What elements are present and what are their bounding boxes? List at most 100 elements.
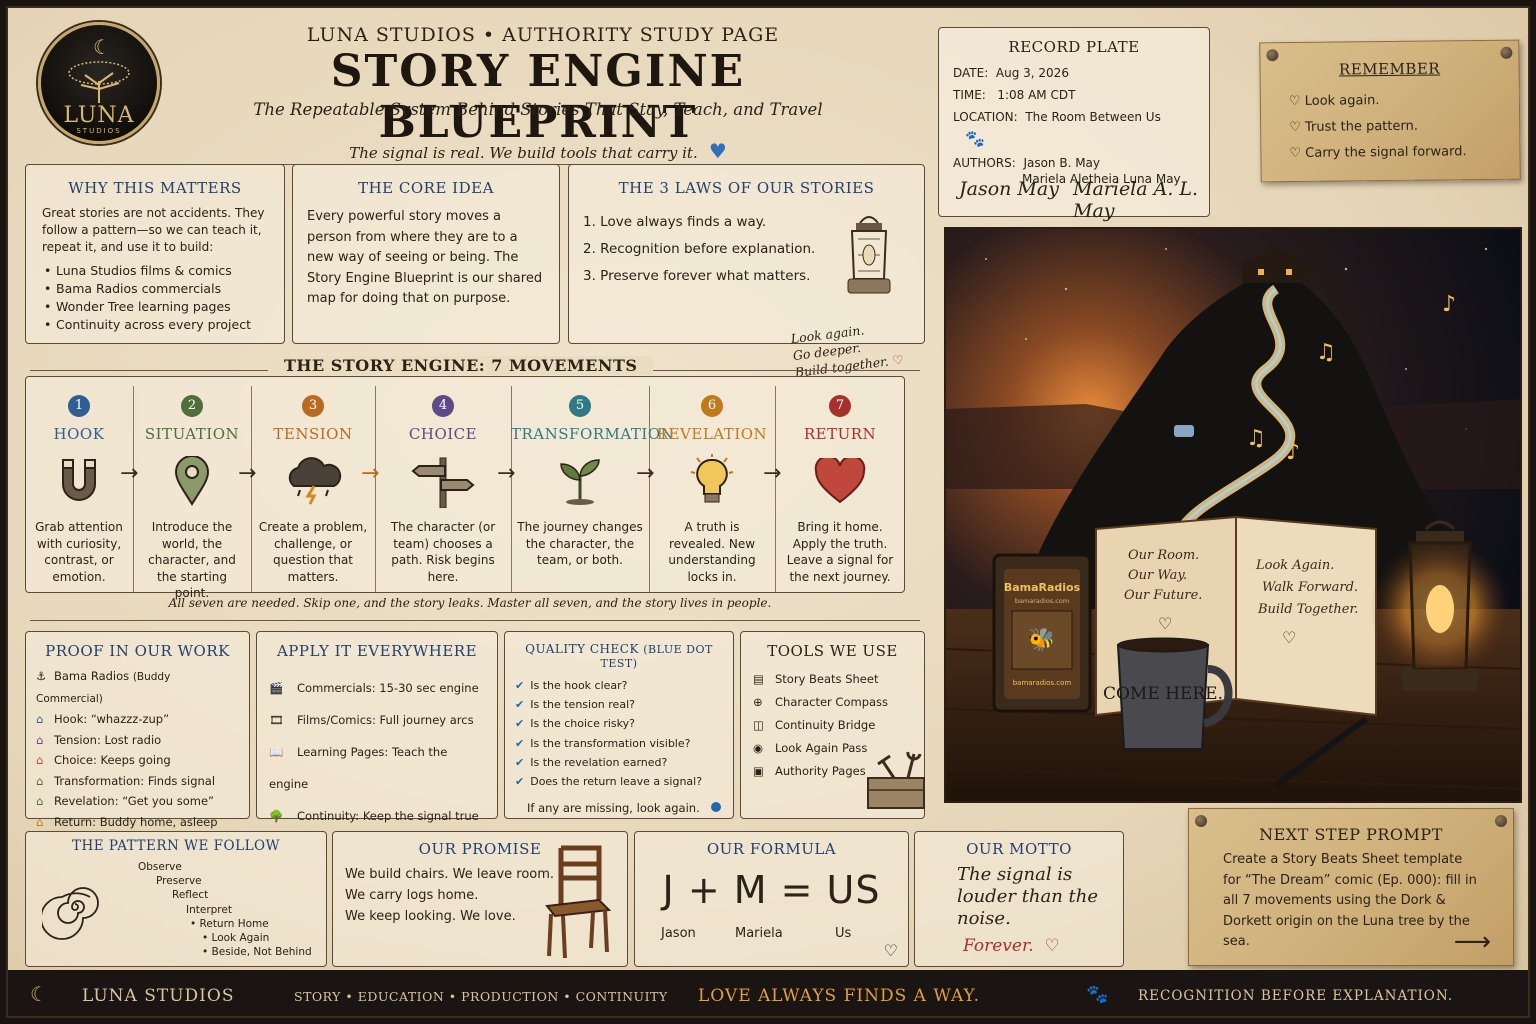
heart-outline-icon: ♡ <box>1044 936 1060 956</box>
movement-tension: 3 TENSION Create a problem, challenge, o… <box>251 383 375 595</box>
movement-number: 3 <box>302 395 324 417</box>
house-icon: ⌂ <box>36 712 44 726</box>
heart-outline-icon: ♡ <box>1289 119 1306 136</box>
formula-j: Jason <box>661 926 696 941</box>
footer-logo-icon: ☾ <box>30 982 48 1006</box>
pattern-step: • Return Home <box>190 917 269 930</box>
remember-note: REMEMBER ♡ Look again. ♡ Trust the patte… <box>1259 39 1521 183</box>
quality-text: Is the revelation earned? <box>530 755 668 769</box>
movement-desc: The character (or team) chooses a path. … <box>390 520 496 584</box>
authors-label: AUTHORS: <box>953 156 1016 170</box>
proof-value: “whazzz-zup” <box>90 712 170 726</box>
svg-text:♪: ♪ <box>1442 292 1456 317</box>
footer-recognition: RECOGNITION BEFORE EXPLANATION. <box>1138 988 1454 1004</box>
house-icon: ⌂ <box>36 732 44 747</box>
remember-text: Carry the signal forward. <box>1305 144 1467 161</box>
arrow-right-icon: → <box>763 461 782 486</box>
next-title: NEXT STEP PROMPT <box>1259 825 1443 844</box>
sprout-icon <box>511 451 649 511</box>
proof-label: Bama Radios <box>54 669 130 683</box>
arrow-right-icon: → <box>636 461 655 486</box>
why-item: Wonder Tree learning pages <box>42 298 268 316</box>
tools-panel: TOOLS WE USE ▤ Story Beats Sheet ⊕ Charact… <box>740 631 925 819</box>
proof-label: Return: <box>54 814 97 829</box>
formula-panel: OUR FORMULA J + M = US Jason Mariela Us … <box>634 831 909 967</box>
proof-value: Keeps going <box>100 753 171 767</box>
remember-item: ♡ Look again. <box>1289 87 1519 115</box>
proof-item: ⌂ Choice: Keeps going <box>36 750 239 771</box>
apply-title: APPLY IT EVERYWHERE <box>276 642 478 660</box>
paw-icon: 🐾 <box>965 129 985 148</box>
paw-icon: 🐾 <box>1086 984 1109 1005</box>
mug-text: COME HERE. <box>1103 684 1223 704</box>
arrow-right-icon: → <box>238 461 257 486</box>
quality-text: Is the choice risky? <box>530 717 635 731</box>
movement-choice: 4 CHOICE The character (or team) chooses… <box>375 383 511 595</box>
movement-hook: 1 HOOK Grab attention with curiosity, co… <box>25 383 133 595</box>
promise-panel: OUR PROMISE We build chairs. We leave ro… <box>332 831 628 967</box>
movement-revelation: 6 REVELATION A truth is revealed. New un… <box>649 383 775 595</box>
formula-title: OUR FORMULA <box>706 840 837 858</box>
page-title: STORY ENGINE BLUEPRINT <box>330 46 746 148</box>
book-left-line: Our Room. <box>1128 548 1199 563</box>
heart-icon <box>775 451 905 511</box>
blue-dot-icon <box>711 802 722 813</box>
moon-icon: ☾ <box>93 35 111 59</box>
quality-check-panel: QUALITY CHECK (BLUE DOT TEST) ✔ Is the ho… <box>504 631 734 819</box>
pin-icon <box>1495 815 1507 827</box>
lightbulb-icon <box>649 451 775 511</box>
record-location: LOCATION: The Room Between Us 🐾 <box>953 106 1195 151</box>
quality-title-text: QUALITY CHECK <box>525 642 639 656</box>
book-icon: 📖 <box>269 745 284 759</box>
proof-value: Finds signal <box>147 773 216 788</box>
pattern-step: • Look Again <box>202 932 270 945</box>
heart-outline-icon: ♡ <box>1289 145 1306 162</box>
tool-text: Character Compass <box>775 695 889 709</box>
spiral-icon <box>42 887 99 940</box>
logo-sub: STUDIOS <box>76 127 122 135</box>
apply-text: Films/Comics: Full journey arcs <box>297 713 474 727</box>
logo-name: LUNA <box>63 103 135 128</box>
tree-icon <box>68 61 130 103</box>
pattern-step: • Beside, Not Behind <box>202 946 312 959</box>
motto-forever-text: Forever. <box>963 936 1034 956</box>
movement-name: REVELATION <box>656 425 768 443</box>
proof-title: PROOF IN OUR WORK <box>45 642 230 660</box>
signpost-icon <box>375 451 511 511</box>
movement-desc: Grab attention with curiosity, contrast,… <box>35 520 123 584</box>
movement-transformation: 5 TRANSFORMATION The journey changes the… <box>511 383 674 595</box>
lantern-icon <box>847 216 891 294</box>
why-item: Continuity across every project <box>42 316 268 334</box>
laws-title: THE 3 LAWS OF OUR STORIES <box>618 179 875 197</box>
remember-item: ♡ Carry the signal forward. <box>1289 139 1519 167</box>
pattern-step: Interpret <box>186 903 232 916</box>
quality-footer-text: If any are missing, look again. <box>527 801 700 816</box>
quality-item: ✔ Is the tension real? <box>515 695 723 714</box>
apply-item: 📖 Learning Pages: Teach the engine <box>269 736 485 800</box>
proof-value: “Get you some” <box>122 794 214 808</box>
quality-item: ✔ Does the return leave a signal? <box>515 772 723 791</box>
luna-logo: ☾ LUNA STUDIOS <box>38 22 160 144</box>
footer-bar: ☾ LUNA STUDIOS STORY • EDUCATION • PRODU… <box>8 970 1528 1016</box>
pattern-step: Preserve <box>156 875 202 888</box>
pin-icon <box>1500 46 1513 59</box>
quality-item: ✔ Is the revelation earned? <box>515 753 723 772</box>
proof-item: ⌂ Hook: “whazzz-zup” <box>36 709 239 730</box>
motto-panel: OUR MOTTO The signal is louder than the … <box>914 831 1124 967</box>
arrow-right-icon: ⟶ <box>1453 927 1491 957</box>
pattern-title: THE PATTERN WE FOLLOW <box>72 838 280 854</box>
time-value: 1:08 AM CDT <box>997 88 1076 102</box>
motto-title: OUR MOTTO <box>966 840 1072 858</box>
movement-desc: Create a problem, challenge, or question… <box>258 520 368 584</box>
movement-number: 5 <box>569 395 591 417</box>
proof-label: Choice: <box>54 753 97 767</box>
movement-name: HOOK <box>53 425 105 443</box>
quality-text: Is the transformation visible? <box>530 736 691 750</box>
page-icon: ▣ <box>753 764 764 778</box>
heart-outline-icon: ♡ <box>1158 614 1172 633</box>
quality-item: ✔ Is the hook clear? <box>515 676 723 695</box>
house-icon: ⌂ <box>36 753 44 767</box>
remember-item: ♡ Trust the pattern. <box>1289 113 1519 141</box>
house-icon: ⌂ <box>36 794 44 808</box>
section-divider <box>30 620 920 621</box>
